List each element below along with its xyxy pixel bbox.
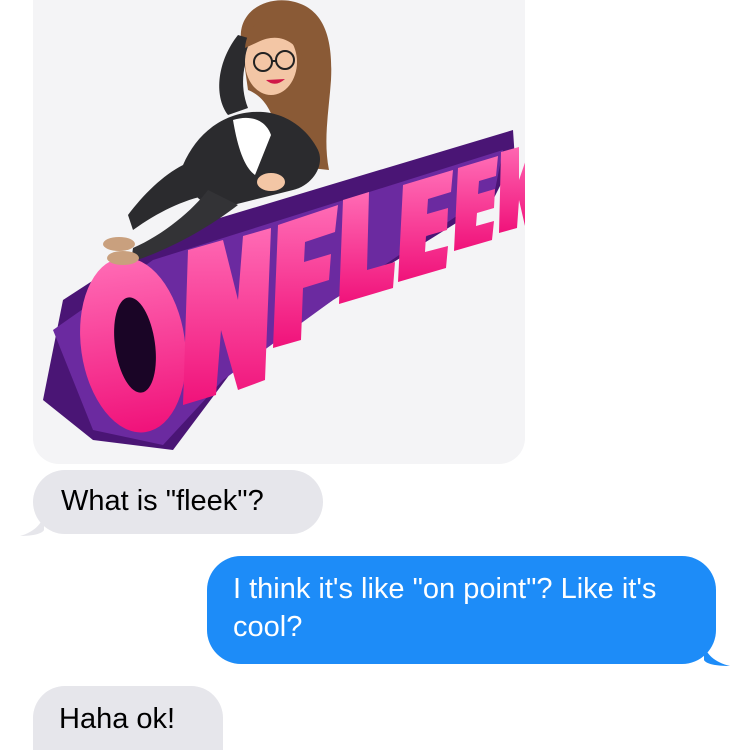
bitmoji-sticker[interactable] bbox=[33, 0, 525, 464]
sent-bubble-tail bbox=[704, 644, 730, 666]
message-thread: What is "fleek"? I think it's like "on p… bbox=[0, 0, 750, 750]
message-text: Haha ok! bbox=[59, 703, 176, 735]
message-text: I think it's like "on point"? Like it's … bbox=[233, 573, 665, 643]
sent-message-bubble[interactable]: I think it's like "on point"? Like it's … bbox=[207, 556, 716, 664]
on-fleek-sticker-art bbox=[43, 0, 525, 450]
received-message-bubble[interactable]: Haha ok! bbox=[33, 686, 223, 750]
received-bubble-tail bbox=[20, 514, 44, 536]
received-message-bubble[interactable]: What is "fleek"? bbox=[33, 470, 323, 534]
message-text: What is "fleek"? bbox=[61, 485, 264, 517]
